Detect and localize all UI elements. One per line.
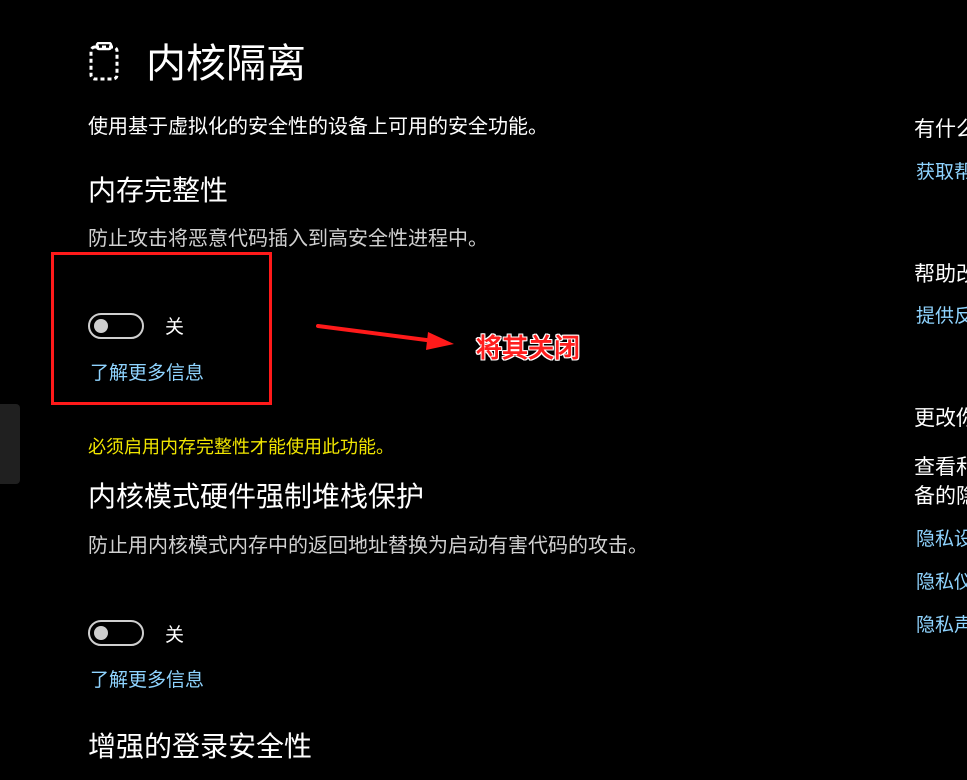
login-security-title: 增强的登录安全性 <box>88 730 313 763</box>
stack-protection-toggle-label: 关 <box>165 624 185 646</box>
privacy-text-line-2: 备的隐 <box>914 484 967 508</box>
page-description: 使用基于虚拟化的安全性的设备上可用的安全功能。 <box>88 114 548 138</box>
memory-integrity-title: 内存完整性 <box>88 174 229 207</box>
toggle-knob <box>94 626 108 640</box>
stack-protection-description: 防止用内核模式内存中的返回地址替换为启动有害代码的攻击。 <box>88 533 648 557</box>
privacy-text-line-1: 查看和 <box>914 455 967 479</box>
stack-protection-learn-more-link[interactable]: 了解更多信息 <box>90 667 204 693</box>
feedback-link[interactable]: 提供反 <box>916 303 967 329</box>
stack-protection-title: 内核模式硬件强制堆栈保护 <box>88 480 425 513</box>
privacy-heading: 更改你 <box>914 406 967 430</box>
privacy-settings-link[interactable]: 隐私设 <box>916 526 967 552</box>
get-help-link[interactable]: 获取帮 <box>916 159 967 185</box>
red-arrow-icon <box>316 324 454 350</box>
privacy-dashboard-link[interactable]: 隐私仪 <box>916 569 967 595</box>
scroll-handle[interactable] <box>0 404 20 484</box>
side-panel: 有什么 获取帮 帮助改 提供反 更改你 查看和 备的隐 隐私设 隐私仪 隐私声 <box>914 0 967 780</box>
stack-protection-toggle[interactable] <box>88 620 144 646</box>
privacy-statement-link[interactable]: 隐私声 <box>916 612 967 638</box>
memory-integrity-description: 防止攻击将恶意代码插入到高安全性进程中。 <box>88 226 488 250</box>
windows-security-core-isolation-page: 内核隔离 使用基于虚拟化的安全性的设备上可用的安全功能。 内存完整性 防止攻击将… <box>0 0 967 780</box>
requirement-warning: 必须启用内存完整性才能使用此功能。 <box>88 437 394 458</box>
highlight-box <box>51 252 272 405</box>
page-title: 内核隔离 <box>146 41 306 87</box>
annotation-text: 将其关闭 <box>476 334 581 364</box>
question-heading: 有什么 <box>914 117 967 141</box>
core-isolation-icon <box>88 41 120 82</box>
help-improve-heading: 帮助改 <box>914 262 967 286</box>
